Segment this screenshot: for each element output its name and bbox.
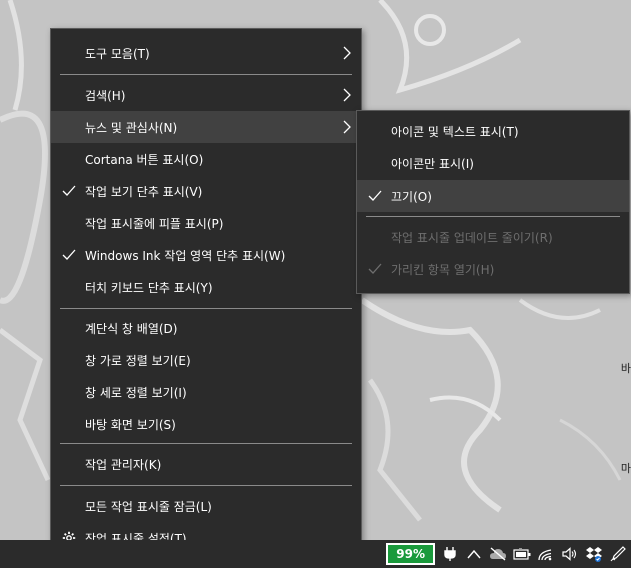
menu-item-label: 아이콘만 표시(I) bbox=[391, 156, 474, 171]
menu-item-label: 검색(H) bbox=[85, 88, 126, 103]
checkmark-icon bbox=[62, 249, 76, 260]
battery-icon[interactable] bbox=[513, 544, 531, 564]
submenu-item-open-on-hover: 가리킨 항목 열기(H) bbox=[357, 253, 629, 285]
desktop-icon-label[interactable]: 바 bbox=[621, 360, 631, 376]
menu-item-label: Windows Ink 작업 영역 단추 표시(W) bbox=[85, 248, 286, 263]
menu-item-show-windows-side-by-side[interactable]: 창 세로 정렬 보기(I) bbox=[51, 376, 361, 408]
menu-item-label: 창 가로 정렬 보기(E) bbox=[85, 353, 191, 368]
menu-item-label: Cortana 버튼 표시(O) bbox=[85, 152, 204, 167]
pen-icon[interactable] bbox=[609, 544, 627, 564]
menu-item-label: 뉴스 및 관심사(N) bbox=[85, 120, 178, 135]
menu-item-label: 끄기(O) bbox=[391, 189, 432, 204]
menu-separator bbox=[60, 74, 352, 75]
menu-item-label: 모든 작업 표시줄 잠금(L) bbox=[85, 499, 212, 514]
power-plug-icon[interactable] bbox=[441, 544, 459, 564]
menu-item-task-view-button[interactable]: 작업 보기 단추 표시(V) bbox=[51, 175, 361, 207]
menu-item-people-button[interactable]: 작업 표시줄에 피플 표시(P) bbox=[51, 207, 361, 239]
menu-item-label: 바탕 화면 보기(S) bbox=[85, 417, 176, 432]
submenu-item-reduce-taskbar-updates: 작업 표시줄 업데이트 줄이기(R) bbox=[357, 221, 629, 253]
menu-item-label: 터치 키보드 단추 표시(Y) bbox=[85, 280, 213, 295]
menu-item-label: 작업 보기 단추 표시(V) bbox=[85, 184, 203, 199]
system-tray: 99% bbox=[386, 540, 627, 568]
chevron-right-icon bbox=[343, 88, 351, 102]
menu-item-show-desktop[interactable]: 바탕 화면 보기(S) bbox=[51, 408, 361, 440]
menu-item-touch-keyboard-button[interactable]: 터치 키보드 단추 표시(Y) bbox=[51, 271, 361, 303]
cloud-offline-icon[interactable] bbox=[489, 544, 507, 564]
checkmark-icon bbox=[368, 263, 382, 274]
menu-item-windows-ink-button[interactable]: Windows Ink 작업 영역 단추 표시(W) bbox=[51, 239, 361, 271]
submenu-item-turn-off[interactable]: 끄기(O) bbox=[357, 180, 629, 212]
wifi-icon[interactable] bbox=[537, 544, 555, 564]
taskbar: 99% bbox=[0, 540, 631, 568]
menu-item-news-interests[interactable]: 뉴스 및 관심사(N) bbox=[51, 111, 361, 143]
news-interests-submenu: 아이콘 및 텍스트 표시(T) 아이콘만 표시(I) 끄기(O) 작업 표시줄 … bbox=[356, 110, 630, 294]
battery-percentage-badge[interactable]: 99% bbox=[386, 543, 435, 565]
menu-separator bbox=[60, 308, 352, 309]
submenu-item-show-icon-only[interactable]: 아이콘만 표시(I) bbox=[357, 147, 629, 179]
menu-item-label: 가리킨 항목 열기(H) bbox=[391, 262, 495, 277]
menu-item-toolbars[interactable]: 도구 모음(T) bbox=[51, 37, 361, 69]
menu-item-search[interactable]: 검색(H) bbox=[51, 79, 361, 111]
menu-item-task-manager[interactable]: 작업 관리자(K) bbox=[51, 448, 361, 480]
menu-item-cortana-button[interactable]: Cortana 버튼 표시(O) bbox=[51, 143, 361, 175]
volume-icon[interactable] bbox=[561, 544, 579, 564]
checkmark-icon bbox=[368, 190, 382, 201]
menu-item-label: 도구 모음(T) bbox=[85, 46, 150, 61]
menu-item-show-windows-stacked[interactable]: 창 가로 정렬 보기(E) bbox=[51, 344, 361, 376]
checkmark-icon bbox=[62, 185, 76, 196]
menu-item-label: 창 세로 정렬 보기(I) bbox=[85, 385, 187, 400]
menu-item-label: 아이콘 및 텍스트 표시(T) bbox=[391, 124, 519, 139]
chevron-right-icon bbox=[343, 120, 351, 134]
dropbox-icon[interactable] bbox=[585, 544, 603, 564]
desktop-icon-label[interactable]: 마 bbox=[621, 460, 631, 476]
chevron-up-icon[interactable] bbox=[465, 544, 483, 564]
menu-item-lock-taskbars[interactable]: 모든 작업 표시줄 잠금(L) bbox=[51, 490, 361, 522]
menu-item-label: 작업 표시줄에 피플 표시(P) bbox=[85, 216, 224, 231]
menu-separator bbox=[60, 443, 352, 444]
menu-item-label: 작업 표시줄 업데이트 줄이기(R) bbox=[391, 230, 553, 245]
taskbar-context-menu: 도구 모음(T) 검색(H) 뉴스 및 관심사(N) Cortana 버튼 표시… bbox=[50, 28, 362, 565]
menu-item-cascade-windows[interactable]: 계단식 창 배열(D) bbox=[51, 312, 361, 344]
submenu-item-show-icon-and-text[interactable]: 아이콘 및 텍스트 표시(T) bbox=[357, 115, 629, 147]
menu-separator bbox=[60, 485, 352, 486]
menu-separator bbox=[366, 216, 620, 217]
chevron-right-icon bbox=[343, 46, 351, 60]
menu-item-label: 계단식 창 배열(D) bbox=[85, 321, 178, 336]
menu-item-label: 작업 관리자(K) bbox=[85, 457, 162, 472]
